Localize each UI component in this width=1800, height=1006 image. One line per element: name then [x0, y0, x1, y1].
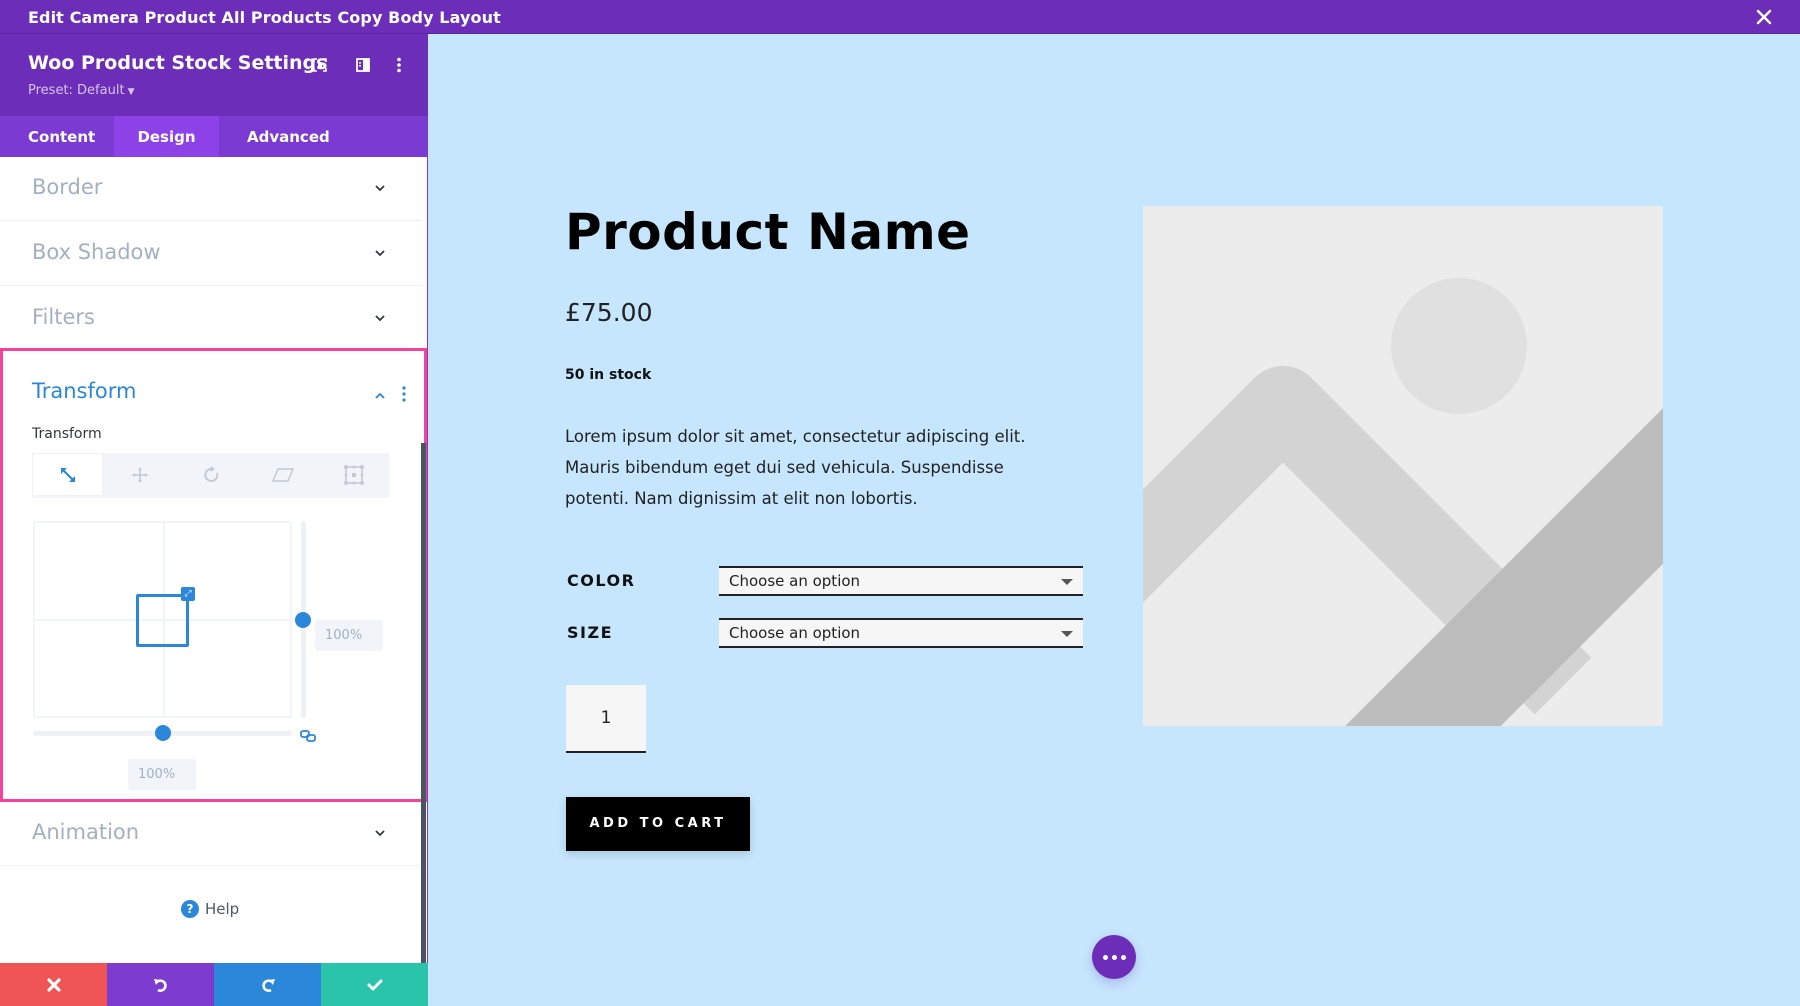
rotate-icon: [203, 465, 218, 482]
scale-y-slider[interactable]: [295, 521, 311, 718]
product-description: Lorem ipsum dolor sit amet, consectetur …: [565, 427, 1026, 508]
size-select-value: Choose an option: [729, 624, 861, 642]
product-image: [1143, 206, 1663, 726]
attribute-label-size: SIZE: [567, 623, 614, 642]
chevron-up-icon[interactable]: [373, 389, 387, 403]
help-label: Help: [205, 900, 240, 918]
scale-y-input[interactable]: 100%: [315, 620, 383, 651]
tab-content[interactable]: Content: [0, 116, 114, 157]
tab-design[interactable]: Design: [114, 116, 219, 157]
fullscreen-icon[interactable]: [309, 54, 331, 76]
skew-icon: [271, 467, 294, 482]
scale-x-input[interactable]: 100%: [128, 759, 196, 790]
settings-tabs: Content Design Advanced: [0, 116, 428, 157]
dot-icon: [1111, 954, 1117, 960]
caret-down-icon: ▼: [127, 87, 135, 97]
color-select[interactable]: Choose an option: [719, 566, 1083, 596]
discard-button[interactable]: [0, 963, 107, 1006]
dot-icon: [1102, 954, 1108, 960]
chevron-down-icon: [375, 315, 385, 322]
more-options-button[interactable]: [1092, 935, 1136, 979]
window-title: Edit Camera Product All Products Copy Bo…: [28, 8, 501, 27]
product-title: Product Name: [565, 203, 971, 261]
section-label: Filters: [32, 305, 95, 329]
attribute-label-color: COLOR: [567, 571, 636, 590]
section-label: Animation: [32, 820, 140, 844]
section-animation[interactable]: Animation: [0, 802, 422, 866]
help-link[interactable]: ? Help: [181, 900, 239, 918]
dropdown-arrow-icon: [1061, 631, 1073, 637]
section-filters[interactable]: Filters: [0, 287, 422, 351]
transform-tab-skew[interactable]: [248, 453, 318, 496]
section-options-icon[interactable]: [401, 385, 407, 403]
scale-preview: ⤢: [33, 521, 292, 718]
transform-tab-origin[interactable]: [319, 453, 390, 496]
preset-label: Preset: Default: [28, 83, 125, 98]
section-box-shadow[interactable]: Box Shadow: [0, 222, 422, 286]
chevron-down-icon: [375, 185, 385, 192]
transform-subtabs: [32, 453, 390, 498]
image-placeholder-icon: [1143, 206, 1663, 726]
close-icon[interactable]: [1752, 5, 1776, 29]
scrollbar[interactable]: [421, 443, 426, 963]
chevron-down-icon: [375, 830, 385, 837]
transform-tab-translate[interactable]: [105, 453, 175, 496]
transform-tab-scale[interactable]: [32, 453, 104, 496]
section-transform: Transform Transform ⤢ 100% 100%: [0, 348, 427, 802]
add-to-cart-button[interactable]: ADD TO CART: [566, 797, 750, 851]
scale-x-slider[interactable]: [33, 725, 292, 741]
product-price: £75.00: [565, 298, 653, 327]
quantity-input[interactable]: 1: [566, 685, 646, 753]
preset-selector[interactable]: Preset: Default ▼: [28, 83, 134, 98]
settings-header: Woo Product Stock Settings Preset: Defau…: [0, 34, 428, 116]
move-icon: [132, 466, 149, 483]
section-label: Border: [32, 175, 103, 199]
settings-panel: Woo Product Stock Settings Preset: Defau…: [0, 34, 428, 1006]
redo-icon: [261, 978, 275, 992]
kebab-menu-icon[interactable]: [388, 54, 410, 76]
expand-icon[interactable]: ⤢: [181, 587, 195, 601]
tab-advanced[interactable]: Advanced: [219, 116, 330, 157]
link-icon[interactable]: [300, 730, 316, 742]
scale-x-handle[interactable]: [154, 725, 171, 741]
undo-icon: [153, 978, 167, 992]
scale-icon: [60, 467, 75, 482]
section-border[interactable]: Border: [0, 157, 422, 221]
check-icon: [367, 979, 382, 990]
split-view-icon[interactable]: [352, 54, 374, 76]
section-label: Box Shadow: [32, 240, 161, 264]
origin-icon: [344, 464, 365, 485]
transform-field-label: Transform: [32, 426, 102, 442]
help-icon: ?: [181, 900, 199, 918]
transform-tab-rotate[interactable]: [176, 453, 247, 496]
dot-icon: [1120, 954, 1126, 960]
scale-preview-box: [136, 594, 189, 647]
save-button[interactable]: [321, 963, 428, 1006]
color-select-value: Choose an option: [729, 572, 861, 590]
chevron-down-icon: [375, 250, 385, 257]
product-stock: 50 in stock: [565, 367, 652, 383]
size-select[interactable]: Choose an option: [719, 618, 1083, 648]
window-titlebar: Edit Camera Product All Products Copy Bo…: [0, 0, 1800, 34]
undo-button[interactable]: [107, 963, 214, 1006]
dropdown-arrow-icon: [1061, 579, 1073, 585]
settings-footer: [0, 963, 428, 1006]
scale-y-handle[interactable]: [295, 611, 311, 628]
close-icon: [46, 977, 61, 992]
redo-button[interactable]: [214, 963, 321, 1006]
module-title: Woo Product Stock Settings: [28, 52, 328, 74]
section-transform-heading[interactable]: Transform: [32, 379, 136, 403]
